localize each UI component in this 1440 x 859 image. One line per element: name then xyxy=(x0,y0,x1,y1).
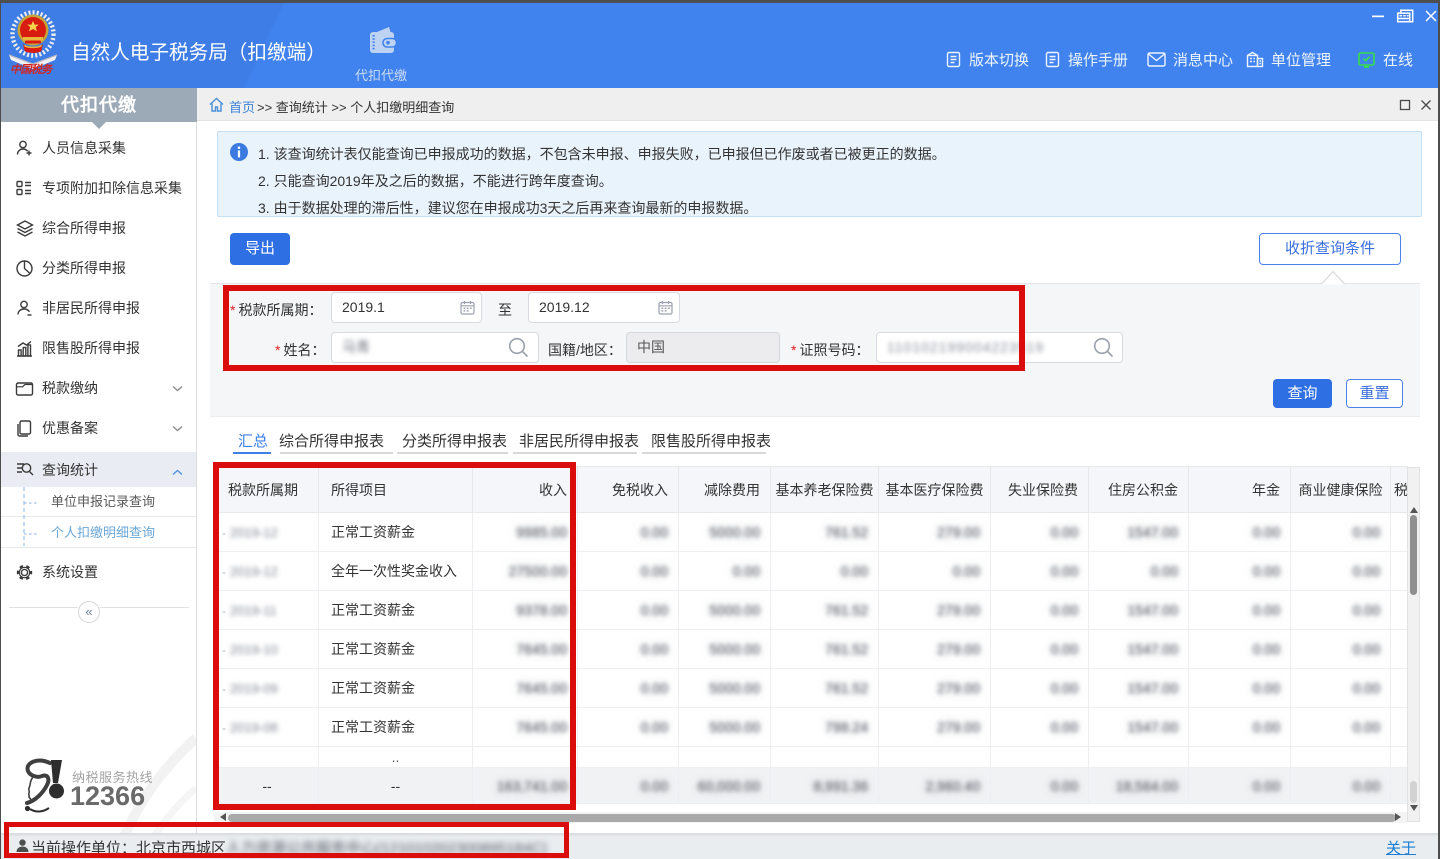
svg-text:中国税务: 中国税务 xyxy=(10,63,54,76)
